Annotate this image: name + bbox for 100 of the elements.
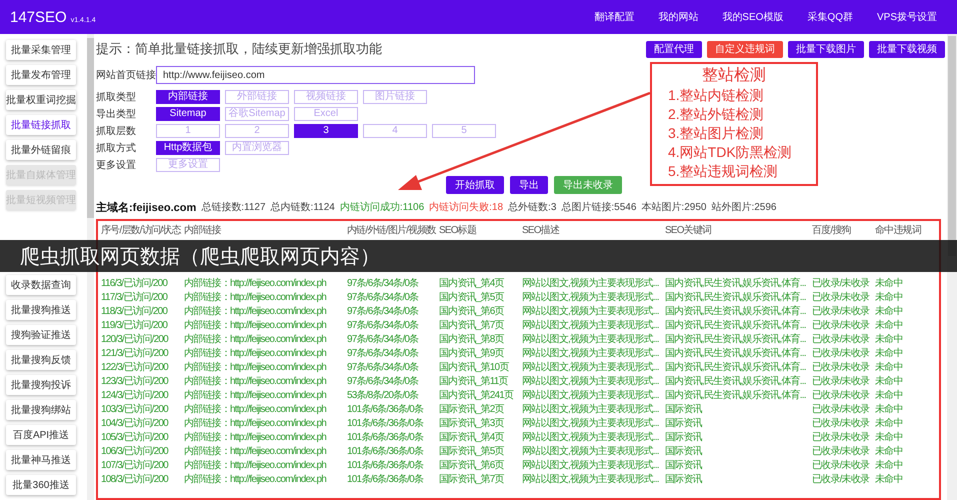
column-header: 内链/外链/图片/视频数 — [347, 224, 436, 237]
table-cell-text: 97条/6条/34条/0条 — [347, 375, 420, 388]
table-cell-text: 网站以图文,视频为主要表现形式... — [522, 360, 660, 374]
table-cell-text: 已收录/未收录 — [812, 346, 870, 360]
table-cell-text: 国际资讯_第3页 — [439, 417, 505, 430]
table-cell-text: 97条/6条/34条/0条 — [347, 333, 420, 346]
table-cell-text: 未命中 — [875, 346, 904, 360]
table-cell-text: 已收录/未收录 — [812, 374, 870, 388]
option-label: 抓取层数 — [96, 125, 137, 138]
table-cell-text: 已收录/未收录 — [812, 318, 870, 332]
stat-text: 内链访问失败:18 — [429, 200, 504, 215]
annotation-item: 5.整站违规词检测 — [668, 162, 779, 181]
option-label: 更多设置 — [96, 158, 137, 172]
table-cell-text: 内部链接：http://feijiseo.com/index.ph — [184, 360, 328, 374]
table-cell-text: 106/3/已访问/200 — [101, 444, 170, 458]
option-choice[interactable]: 3 — [294, 124, 358, 138]
sidebar-item[interactable]: 搜狗验证推送 — [6, 325, 76, 345]
column-header: SEO标题 — [439, 224, 478, 237]
table-cell-text: 内部链接：http://feijiseo.com/index.ph — [184, 346, 328, 360]
table-cell-text: 124/3/已访问/200 — [101, 388, 170, 402]
table-cell-text: 已收录/未收录 — [812, 332, 870, 346]
sidebar-item[interactable]: 批量搜狗推送 — [6, 300, 76, 320]
stat-text: 总外链数:3 — [508, 200, 556, 215]
column-header: 百度/搜狗 — [812, 224, 852, 237]
sidebar-item[interactable]: 批量搜狗绑站 — [6, 400, 76, 420]
column-header: SEO描述 — [522, 224, 560, 237]
sidebar-item[interactable]: 批量采集管理 — [6, 40, 76, 60]
table-cell-text: 内部链接：http://feijiseo.com/index.ph — [184, 416, 328, 430]
sidebar-item[interactable]: 收录数据查询 — [6, 275, 76, 295]
table-cell-text: 101条/6条/36条/0条 — [347, 459, 424, 472]
table-cell-text: 内部链接：http://feijiseo.com/index.ph — [184, 402, 328, 416]
table-cell-text: 未命中 — [875, 402, 904, 416]
annotation-item: 1.整站内链检测 — [668, 86, 765, 105]
sidebar-item[interactable]: 批量搜狗反馈 — [6, 350, 76, 370]
table-cell-text: 97条/6条/34条/0条 — [347, 361, 420, 374]
table-cell-text: 未命中 — [875, 416, 904, 430]
toolbar-button[interactable]: 配置代理 — [646, 40, 702, 58]
table-cell-text: 内部链接：http://feijiseo.com/index.ph — [184, 276, 328, 290]
annotation-title: 整站检测 — [702, 66, 766, 86]
nav-link[interactable]: 我的网站 — [648, 6, 708, 28]
table-cell-text: 101条/6条/36条/0条 — [347, 431, 424, 444]
table-cell-text: 内部链接：http://feijiseo.com/index.ph — [184, 304, 328, 318]
sidebar-item[interactable]: 批量搜狗投诉 — [6, 375, 76, 395]
stat-text: 站外图片:2596 — [711, 200, 776, 215]
table-cell-text: 网站以图文,视频为主要表现形式... — [522, 444, 660, 458]
sidebar-item[interactable]: 批量神马推送 — [6, 450, 76, 470]
nav-link[interactable]: 采集QQ群 — [797, 6, 863, 28]
sidebar-item[interactable]: 批量权重词挖掘 — [6, 90, 76, 110]
option-label: 导出类型 — [96, 108, 137, 121]
annotation-item: 4.网站TDK防黑检测 — [668, 143, 793, 162]
table-cell-text: 内部链接：http://feijiseo.com/index.ph — [184, 472, 328, 486]
table-cell-text: 97条/6条/34条/0条 — [347, 347, 420, 360]
toolbar-button[interactable]: 自定义违规词 — [707, 40, 783, 58]
nav-link[interactable]: 我的SEO模版 — [712, 6, 794, 28]
table-cell-text: 国际资讯_第2页 — [439, 403, 505, 416]
table-cell-text: 国际资讯 — [665, 431, 704, 444]
table-cell-text: 网站以图文,视频为主要表现形式... — [522, 374, 660, 388]
nav-link[interactable]: 翻译配置 — [584, 6, 644, 28]
option-choice[interactable]: 内部链接 — [156, 90, 220, 104]
caption-text: 爬虫抓取网页数据（爬虫爬取网页内容） — [20, 244, 380, 270]
toolbar-button[interactable]: 批量下载图片 — [788, 40, 864, 58]
table-cell-text: 网站以图文,视频为主要表现形式... — [522, 304, 660, 318]
action-button[interactable]: 开始抓取 — [446, 176, 504, 194]
table-cell-text: 已收录/未收录 — [812, 304, 870, 318]
page-scrollbar[interactable] — [947, 34, 957, 500]
app-name: 147SEO — [10, 8, 67, 26]
table-cell-text: 内部链接：http://feijiseo.com/index.ph — [184, 430, 328, 444]
field-label: 网站首页链接 — [96, 68, 156, 82]
table-cell-text: 国内资讯,民生资讯,娱乐资讯,体育... — [665, 346, 807, 360]
table-cell-text: 国内资讯_第7页 — [439, 318, 505, 332]
table-cell-text: 国内资讯_第11页 — [439, 374, 509, 388]
table-cell-text: 117/3/已访问/200 — [101, 290, 168, 304]
table-cell-text: 119/3/已访问/200 — [101, 318, 168, 332]
table-cell-text: 101条/6条/36条/0条 — [347, 473, 424, 486]
hint-text: 提示：简单批量链接抓取，陆续更新增强抓取功能 — [96, 40, 382, 58]
annotation-item: 2.整站外链检测 — [668, 105, 765, 124]
table-cell-text: 101条/6条/36条/0条 — [347, 417, 424, 430]
table-cell-text: 53条/8条/20条/0条 — [347, 389, 420, 402]
table-cell-text: 未命中 — [875, 374, 904, 388]
table-cell-text: 97条/6条/34条/0条 — [347, 291, 420, 304]
table-cell-text: 国际资讯 — [665, 445, 704, 458]
table-cell-text: 已收录/未收录 — [812, 388, 870, 402]
sidebar-item[interactable]: 批量360推送 — [6, 475, 76, 495]
table-cell-text: 101条/6条/36条/0条 — [347, 445, 424, 458]
table-cell-text: 国内资讯,民生资讯,娱乐资讯,体育... — [665, 374, 807, 388]
option-choice[interactable]: Http数据包 — [156, 141, 220, 155]
table-cell-text: 116/3/已访问/200 — [101, 276, 168, 290]
sidebar-item[interactable]: 批量发布管理 — [6, 65, 76, 85]
table-cell-text: 网站以图文,视频为主要表现形式... — [522, 318, 660, 332]
nav-link[interactable]: VPS拨号设置 — [866, 6, 947, 28]
toolbar-button[interactable]: 批量下载视频 — [869, 40, 945, 58]
stat-text: 内链访问成功:1106 — [340, 200, 424, 215]
table-cell-text: 已收录/未收录 — [812, 360, 870, 374]
option-choice[interactable]: Sitemap — [156, 107, 220, 121]
sidebar-item[interactable]: 批量外链留痕 — [6, 140, 76, 160]
sidebar-item[interactable]: 百度API推送 — [6, 425, 76, 445]
url-input-field[interactable]: http://www.feijiseo.com — [156, 66, 475, 84]
table-cell-text: 121/3/已访问/200 — [101, 346, 170, 360]
sidebar-item[interactable]: 批量链接抓取 — [6, 115, 76, 135]
action-button[interactable]: 导出 — [510, 176, 548, 194]
